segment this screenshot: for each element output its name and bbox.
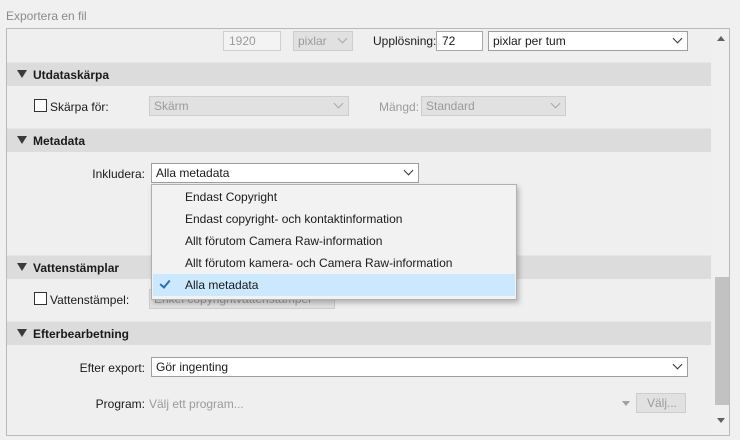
unit-select-value: pixlar [298,34,327,48]
dropdown-option-label: Alla metadata [185,278,259,292]
amount-label: Mängd: [379,100,420,114]
dropdown-option-label: Allt förutom kamera- och Camera Raw-info… [185,256,453,270]
width-field[interactable]: 1920 [223,31,281,51]
after-export-label: Efter export: [79,361,145,375]
section-title: Efterbearbetning [33,327,130,341]
dropdown-option[interactable]: Allt förutom kamera- och Camera Raw-info… [153,252,515,274]
choose-program-button[interactable]: Välj... [636,393,686,413]
section-title: Metadata [33,134,86,148]
amount-value: Standard [426,99,475,113]
amount-select[interactable]: Standard [421,96,566,116]
section-header-sharpening[interactable]: Utdataskärpa [7,62,711,86]
section-header-post-processing[interactable]: Efterbearbetning [7,321,711,345]
sharpen-label: Skärpa för: [50,100,109,114]
chevron-down-icon [550,98,561,109]
export-settings-panel: 1920 pixlar Upplösning: 72 pixlar per tu… [6,28,730,436]
chevron-down-icon [672,33,683,44]
dropdown-option[interactable]: Endast Copyright [153,186,515,208]
program-field[interactable]: Välj ett program... [149,397,244,411]
sharpen-target-value: Skärm [154,99,189,113]
chevron-down-icon [337,33,348,44]
resolution-unit-value: pixlar per tum [493,34,566,48]
watermark-checkbox[interactable] [34,292,47,305]
scroll-up-icon[interactable] [717,36,725,41]
collapse-triangle-icon [17,329,27,337]
after-export-value: Gör ingenting [156,360,229,374]
unit-select[interactable]: pixlar [293,31,353,51]
chevron-down-icon [403,165,414,176]
watermark-label: Vattenstämpel: [50,293,130,307]
section-title: Vattenstämplar [33,261,120,275]
dropdown-option-label: Endast copyright- och kontaktinformation [185,212,403,226]
dropdown-option-label: Endast Copyright [185,190,278,204]
scrollbar-thumb[interactable] [715,277,729,405]
program-label: Program: [95,397,145,411]
collapse-triangle-icon [17,70,27,78]
dropdown-option[interactable]: Endast copyright- och kontaktinformation [153,208,515,230]
section-header-metadata[interactable]: Metadata [7,128,711,152]
after-export-select[interactable]: Gör ingenting [151,357,688,377]
dropdown-option-selected[interactable]: Alla metadata [153,274,515,296]
dropdown-option[interactable]: Allt förutom Camera Raw-information [153,230,515,252]
checkmark-icon [159,277,171,289]
resolution-field[interactable]: 72 [436,31,483,51]
include-label: Inkludera: [92,167,145,181]
sharpen-checkbox[interactable] [34,99,47,112]
section-title: Utdataskärpa [33,68,110,82]
include-select-value: Alla metadata [156,166,230,180]
resolution-label: Upplösning: [373,34,437,48]
window-title: Exportera en fil [6,9,87,23]
collapse-triangle-icon [17,136,27,144]
dropdown-option-label: Allt förutom Camera Raw-information [185,234,383,248]
collapse-triangle-icon [17,263,27,271]
include-dropdown-menu: Endast Copyright Endast copyright- och k… [151,184,517,300]
sharpen-target-select[interactable]: Skärm [149,96,349,116]
include-select[interactable]: Alla metadata [151,163,419,183]
scroll-down-icon[interactable] [717,418,725,423]
resolution-unit-select[interactable]: pixlar per tum [488,31,688,51]
program-dropdown-arrow-icon[interactable] [622,401,630,406]
chevron-down-icon [672,359,683,370]
chevron-down-icon [333,98,344,109]
